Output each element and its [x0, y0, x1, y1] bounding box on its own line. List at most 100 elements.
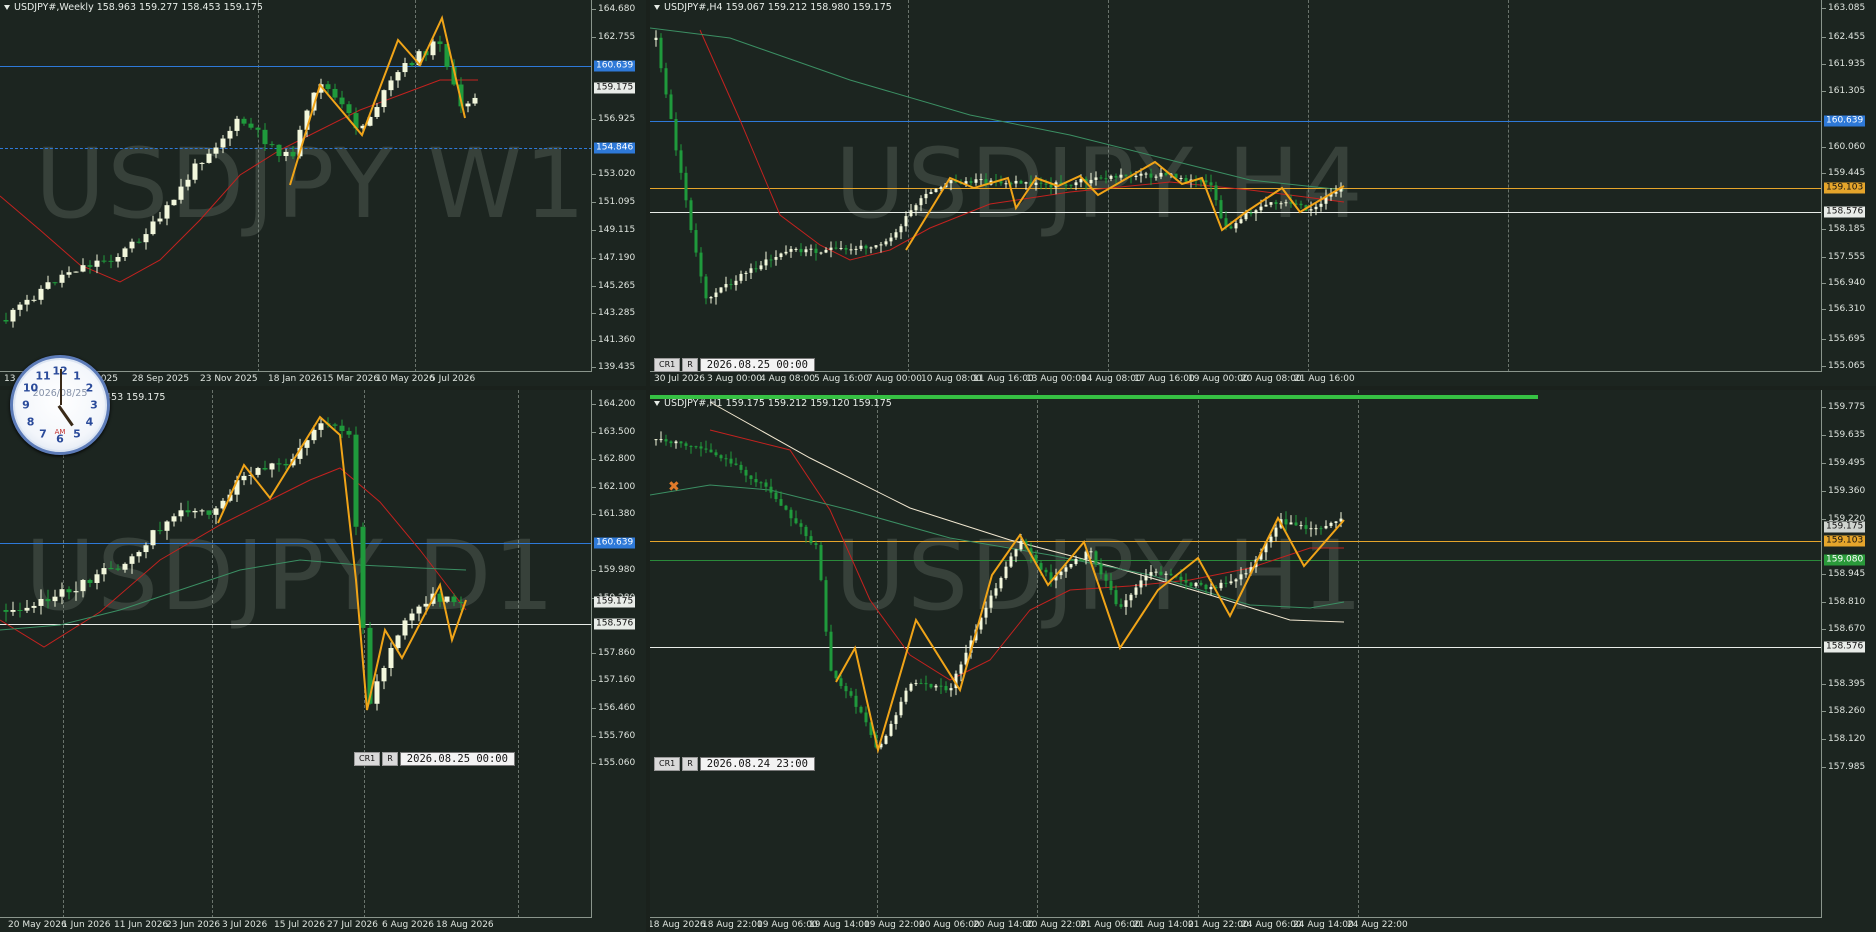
bull-candle [874, 245, 878, 248]
chart-pane-h1[interactable]: USDJPY#,H1 159.175 159.212 159.120 159.1… [650, 390, 1876, 932]
bull-candle [402, 63, 408, 73]
time-axis[interactable]: 18 Aug 2026 18 Aug 22:00 19 Aug 06:00 19 Au… [650, 917, 1822, 932]
bear-candle [799, 523, 803, 527]
chart-pane-h4[interactable]: USDJPY#,H4 159.067 159.212 158.980 159.1… [650, 0, 1876, 386]
bull-candle [213, 147, 219, 154]
bull-candle [101, 568, 107, 575]
price-tag: 158.576 [1824, 206, 1866, 218]
bull-candle [914, 683, 918, 685]
bull-candle [1284, 202, 1288, 204]
bull-candle [879, 244, 883, 246]
clock-number: 4 [85, 415, 94, 429]
time-axis-label: 21 Aug 06:00 [1080, 920, 1141, 930]
dropdown-icon[interactable] [654, 401, 660, 406]
bear-candle [739, 464, 743, 470]
bull-candle [869, 247, 873, 249]
time-navigator[interactable]: CR1 R 2026.08.25 00:00 [354, 752, 515, 766]
time-axis-label: 19 Aug 14:00 [809, 920, 870, 930]
time-axis-label: 19 Aug 22:00 [864, 920, 925, 930]
time-axis-label: 19 Aug 00:00 [1188, 374, 1249, 384]
price-axis-label: 145.265 [591, 281, 636, 291]
bear-candle [290, 151, 296, 157]
bear-candle [1094, 551, 1098, 564]
bear-candle [784, 505, 788, 510]
reset-button[interactable]: R [682, 358, 698, 372]
price-axis-label: 157.985 [1821, 762, 1866, 772]
chart-pane-w1[interactable]: USDJPY#,Weekly 158.963 159.277 158.453 1… [0, 0, 646, 386]
price-axis[interactable]: 164.680 162.755 160.639 159.175 156.925 154.8… [591, 0, 646, 386]
time-axis-label: 30 Jul 2026 [654, 374, 705, 384]
analog-clock[interactable]: 2026/08/25 AM 121234567891011 [10, 355, 110, 455]
bull-candle [1239, 574, 1243, 580]
price-chart[interactable] [650, 0, 1822, 372]
bull-candle [38, 288, 44, 300]
bull-candle [714, 292, 718, 298]
bear-candle [689, 200, 693, 231]
time-axis-label: 13 [4, 374, 16, 384]
price-chart[interactable] [0, 0, 592, 372]
bull-candle [94, 574, 100, 583]
bull-candle [1289, 522, 1293, 525]
bull-candle [1014, 549, 1018, 557]
bear-candle [1294, 522, 1298, 526]
dropdown-icon[interactable] [654, 5, 660, 10]
time-navigator[interactable]: CR1 R 2026.08.24 23:00 [654, 757, 815, 771]
price-tag: 160.639 [1824, 115, 1866, 127]
bear-candle [1304, 525, 1308, 529]
dropdown-icon[interactable] [4, 5, 10, 10]
bull-candle [984, 607, 988, 618]
price-axis[interactable]: 164.200 163.500 162.800 162.100 161.380 160.6… [591, 390, 646, 932]
reset-button[interactable]: R [382, 752, 398, 766]
bull-candle [374, 681, 380, 704]
bear-candle [66, 589, 72, 593]
bull-candle [934, 188, 938, 193]
bull-candle [178, 510, 184, 517]
bear-candle [339, 425, 345, 432]
bull-candle [894, 232, 898, 238]
bull-candle [171, 516, 177, 522]
bull-candle [849, 249, 853, 251]
price-axis[interactable]: 159.775 159.635 159.495 159.360 159.220 159.1… [1821, 390, 1876, 932]
bull-candle [1129, 594, 1133, 601]
bull-candle [1089, 551, 1093, 553]
chart-tab-button[interactable]: CR1 [654, 358, 681, 372]
time-axis-label: 10 May 2026 [376, 374, 435, 384]
time-navigator[interactable]: CR1 R 2026.08.25 00:00 [654, 358, 815, 372]
chart-pane-d1[interactable]: 453 159.175 USDJPY D1 CR1 R 2026.08.25 0… [0, 390, 646, 932]
time-axis[interactable]: 30 Jul 2026 3 Aug 00:00 4 Aug 08:00 5 Aug 1… [650, 371, 1822, 386]
price-axis[interactable]: 163.085 162.455 161.935 161.305 160.639 160.0… [1821, 0, 1876, 386]
bull-candle [255, 468, 261, 475]
bull-candle [839, 247, 843, 249]
bull-candle [1139, 580, 1143, 588]
chart-tab-button[interactable]: CR1 [354, 752, 381, 766]
time-axis[interactable]: 20 May 2026 1 Jun 2026 11 Jun 2026 23 Jun 2… [0, 917, 592, 932]
bear-candle [694, 230, 698, 253]
datetime-input[interactable]: 2026.08.25 00:00 [699, 358, 815, 372]
bear-candle [844, 686, 848, 692]
price-chart[interactable] [650, 390, 1822, 918]
reset-button[interactable]: R [682, 757, 698, 771]
bear-candle [1184, 177, 1188, 182]
price-axis-label: 157.860 [591, 648, 636, 658]
bear-candle [101, 260, 107, 262]
bear-candle [206, 510, 212, 515]
chart-tab-button[interactable]: CR1 [654, 757, 681, 771]
crosshair-icon[interactable]: ✖ [668, 479, 680, 495]
datetime-input[interactable]: 2026.08.24 23:00 [699, 757, 815, 771]
moving-average-white [709, 401, 1345, 623]
price-chart[interactable] [0, 390, 592, 918]
bull-candle [199, 162, 205, 164]
bull-candle [24, 299, 30, 305]
price-axis-label: 157.160 [591, 675, 636, 685]
bull-candle [999, 577, 1003, 589]
bear-candle [794, 518, 798, 524]
time-axis-label: 20 Aug 22:00 [1026, 920, 1087, 930]
bear-candle [774, 492, 778, 500]
bull-candle [909, 210, 913, 217]
bull-candle [423, 603, 429, 607]
bear-candle [829, 631, 833, 671]
bull-candle [1014, 180, 1018, 184]
datetime-input[interactable]: 2026.08.25 00:00 [399, 752, 515, 766]
bull-candle [409, 613, 415, 621]
bear-candle [754, 478, 758, 483]
